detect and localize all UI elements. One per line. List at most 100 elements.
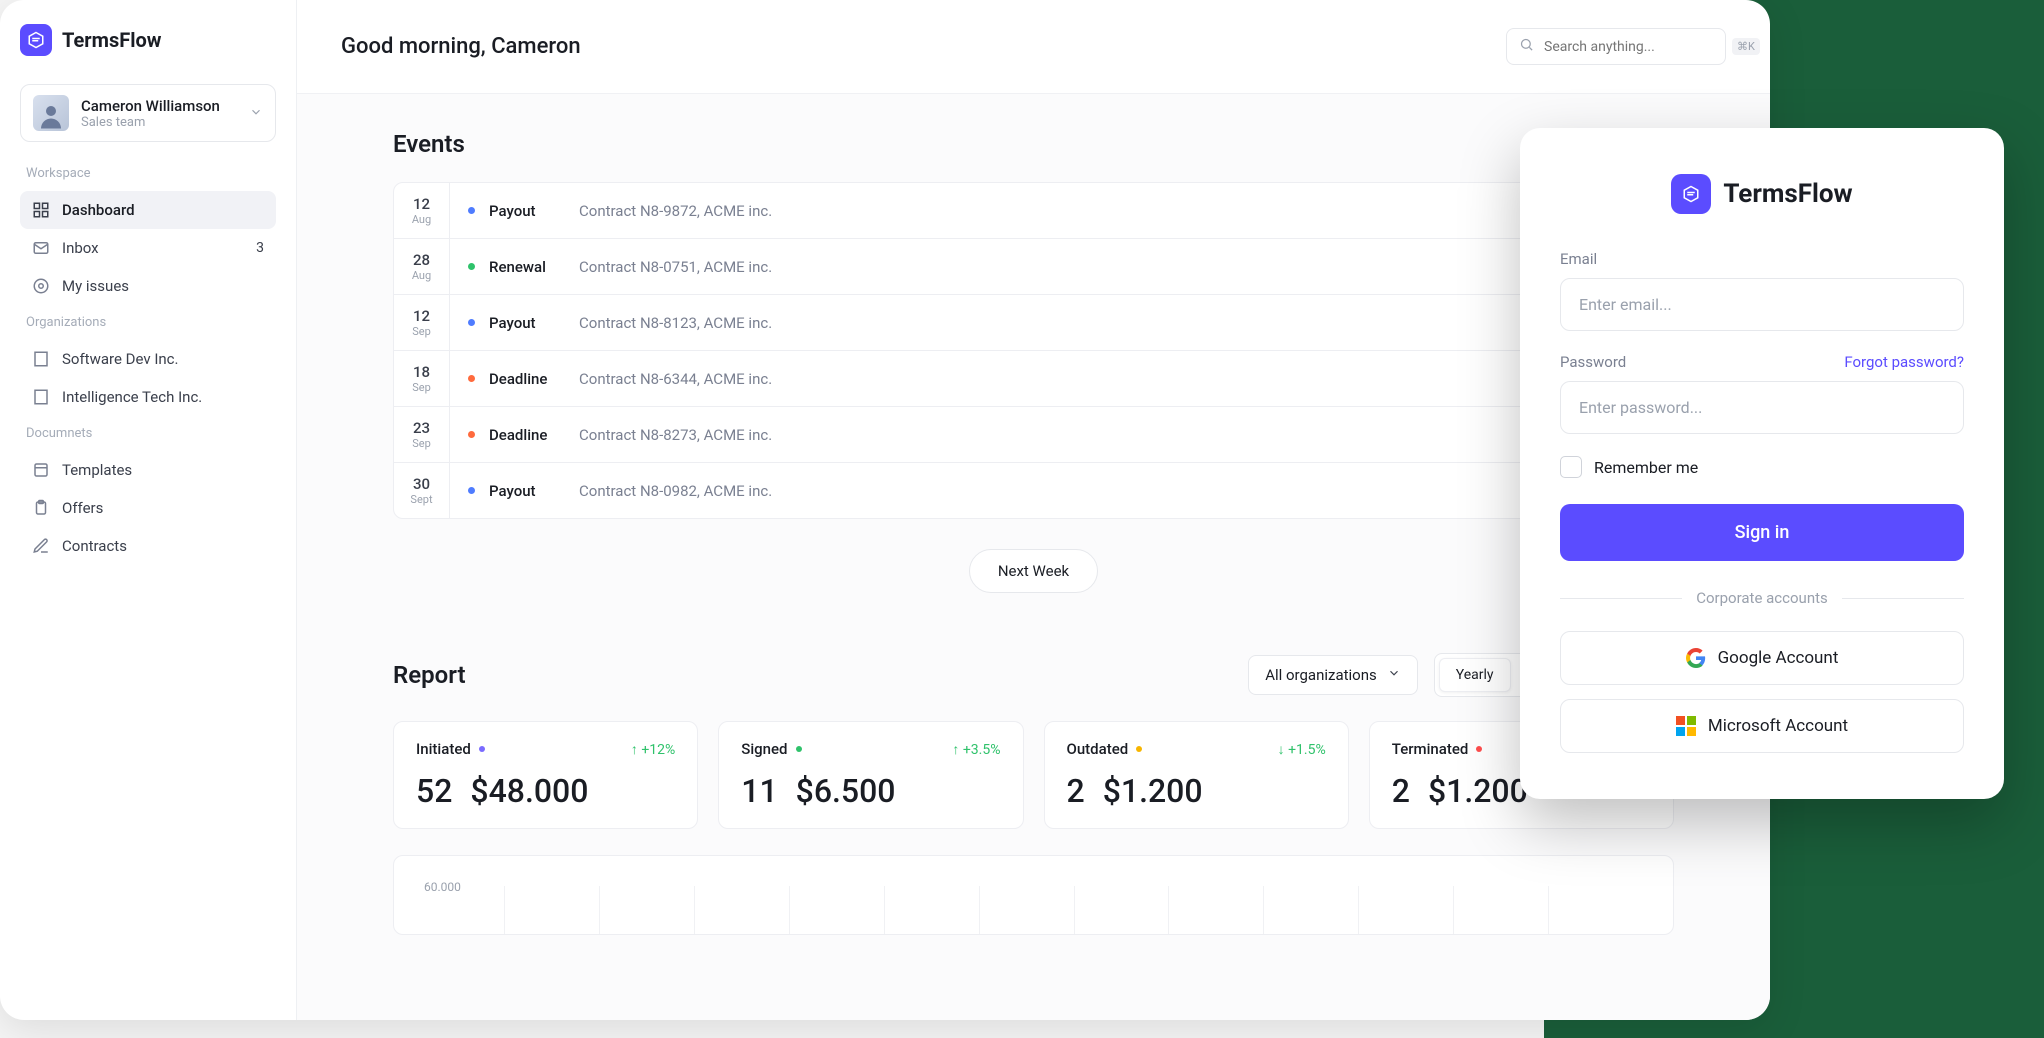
card-dot (796, 746, 802, 752)
event-desc: Contract N8-8273, ACME inc. (579, 426, 1580, 444)
sso-google-label: Google Account (1718, 648, 1839, 668)
login-brand-text: TermsFlow (1723, 179, 1852, 209)
signin-button[interactable]: Sign in (1560, 504, 1964, 561)
password-label: Password (1560, 353, 1626, 371)
next-week-button[interactable]: Next Week (969, 549, 1098, 593)
card-growth: ↓ +1.5% (1278, 741, 1326, 758)
event-type: Payout (489, 314, 579, 332)
forgot-password-link[interactable]: Forgot password? (1844, 353, 1964, 371)
org-filter-dropdown[interactable]: All organizations (1248, 655, 1418, 695)
sidebar-item-offers[interactable]: Offers (20, 489, 276, 527)
card-amount: $1.200 (1428, 772, 1528, 810)
building-icon (32, 388, 50, 406)
card-title: Terminated (1392, 740, 1469, 758)
card-count: 2 (1392, 772, 1410, 810)
remember-label: Remember me (1594, 458, 1698, 477)
section-label-organizations: Organizations (26, 315, 270, 330)
edit-icon (32, 537, 50, 555)
email-label: Email (1560, 250, 1964, 268)
event-desc: Contract N8-9872, ACME inc. (579, 202, 1615, 220)
event-row[interactable]: 12Aug Payout Contract N8-9872, ACME inc.… (394, 183, 1673, 239)
google-icon (1686, 648, 1706, 668)
events-title: Events (393, 130, 1674, 158)
topbar: Good morning, Cameron ⌘K (297, 0, 1770, 94)
card-count: 11 (741, 772, 777, 810)
event-row[interactable]: 23Sep Deadline Contract N8-8273, ACME in… (394, 407, 1673, 463)
event-type: Deadline (489, 370, 579, 388)
search-icon (1519, 37, 1534, 56)
report-card: Initiated ↑ +12% 52 $48.000 (393, 721, 698, 829)
sidebar-item-contracts[interactable]: Contracts (20, 527, 276, 565)
event-desc: Contract N8-0751, ACME inc. (579, 258, 1580, 276)
brand-text: TermsFlow (62, 28, 161, 52)
sidebar-item-my-issues[interactable]: My issues (20, 267, 276, 305)
email-field[interactable] (1560, 278, 1964, 331)
card-amount: $6.500 (796, 772, 896, 810)
sidebar-item-label: Offers (62, 499, 103, 517)
chevron-down-icon (1387, 666, 1401, 684)
event-row[interactable]: 18Sep Deadline Contract N8-6344, ACME in… (394, 351, 1673, 407)
event-row[interactable]: 12Sep Payout Contract N8-8123, ACME inc.… (394, 295, 1673, 351)
remember-checkbox[interactable] (1560, 456, 1582, 478)
sidebar-item-label: Contracts (62, 537, 127, 555)
sso-divider-label: Corporate accounts (1696, 589, 1828, 607)
template-icon (32, 461, 50, 479)
sidebar-item-dashboard[interactable]: Dashboard (20, 191, 276, 229)
event-desc: Contract N8-0982, ACME inc. (579, 482, 1603, 500)
event-type: Deadline (489, 426, 579, 444)
search-box[interactable]: ⌘K (1506, 28, 1726, 65)
event-type: Renewal (489, 258, 579, 276)
sidebar-item-org-1[interactable]: Software Dev Inc. (20, 340, 276, 378)
card-growth: ↑ +12% (631, 741, 675, 758)
event-date: 12Sep (394, 295, 450, 350)
brand: TermsFlow (20, 24, 276, 56)
tab-yearly[interactable]: Yearly (1439, 658, 1511, 692)
user-name: Cameron Williamson (81, 97, 220, 115)
search-input[interactable] (1544, 39, 1722, 55)
sidebar: TermsFlow Cameron Williamson Sales team … (0, 0, 297, 1020)
password-field[interactable] (1560, 381, 1964, 434)
nav-documents: Templates Offers Contracts (20, 451, 276, 565)
card-title: Initiated (416, 740, 471, 758)
nav-organizations: Software Dev Inc. Intelligence Tech Inc. (20, 340, 276, 416)
event-date: 28Aug (394, 239, 450, 294)
sso-microsoft-button[interactable]: Microsoft Account (1560, 699, 1964, 753)
event-desc: Contract N8-8123, ACME inc. (579, 314, 1594, 332)
sidebar-item-label: Templates (62, 461, 132, 479)
app-window: TermsFlow Cameron Williamson Sales team … (0, 0, 1770, 1020)
event-dot (468, 263, 475, 270)
avatar (33, 95, 69, 131)
events-list: 12Aug Payout Contract N8-9872, ACME inc.… (393, 182, 1674, 519)
remember-me[interactable]: Remember me (1560, 456, 1964, 478)
event-dot (468, 375, 475, 382)
sso-google-button[interactable]: Google Account (1560, 631, 1964, 685)
report-chart: 60.000 (393, 855, 1674, 935)
sidebar-item-templates[interactable]: Templates (20, 451, 276, 489)
page-title: Good morning, Cameron (341, 34, 581, 59)
event-type: Payout (489, 202, 579, 220)
event-date: 18Sep (394, 351, 450, 406)
event-dot (468, 207, 475, 214)
event-row[interactable]: 28Aug Renewal Contract N8-0751, ACME inc… (394, 239, 1673, 295)
search-shortcut: ⌘K (1732, 38, 1760, 55)
card-title: Signed (741, 740, 787, 758)
event-row[interactable]: 30Sept Payout Contract N8-0982, ACME inc… (394, 463, 1673, 518)
envelope-icon (32, 239, 50, 257)
card-count: 2 (1067, 772, 1085, 810)
grid-icon (32, 201, 50, 219)
building-icon (32, 350, 50, 368)
card-title: Outdated (1067, 740, 1129, 758)
sidebar-item-org-2[interactable]: Intelligence Tech Inc. (20, 378, 276, 416)
sidebar-item-inbox[interactable]: Inbox 3 (20, 229, 276, 267)
nav-workspace: Dashboard Inbox 3 My issues (20, 191, 276, 305)
event-date: 23Sep (394, 407, 450, 462)
event-desc: Contract N8-6344, ACME inc. (579, 370, 1588, 388)
chart-gridlines (504, 886, 1643, 934)
card-dot (479, 746, 485, 752)
event-dot (468, 431, 475, 438)
event-date: 30Sept (394, 463, 450, 518)
user-card[interactable]: Cameron Williamson Sales team (20, 84, 276, 142)
card-amount: $1.200 (1103, 772, 1203, 810)
card-dot (1476, 746, 1482, 752)
report-card: Outdated ↓ +1.5% 2 $1.200 (1044, 721, 1349, 829)
